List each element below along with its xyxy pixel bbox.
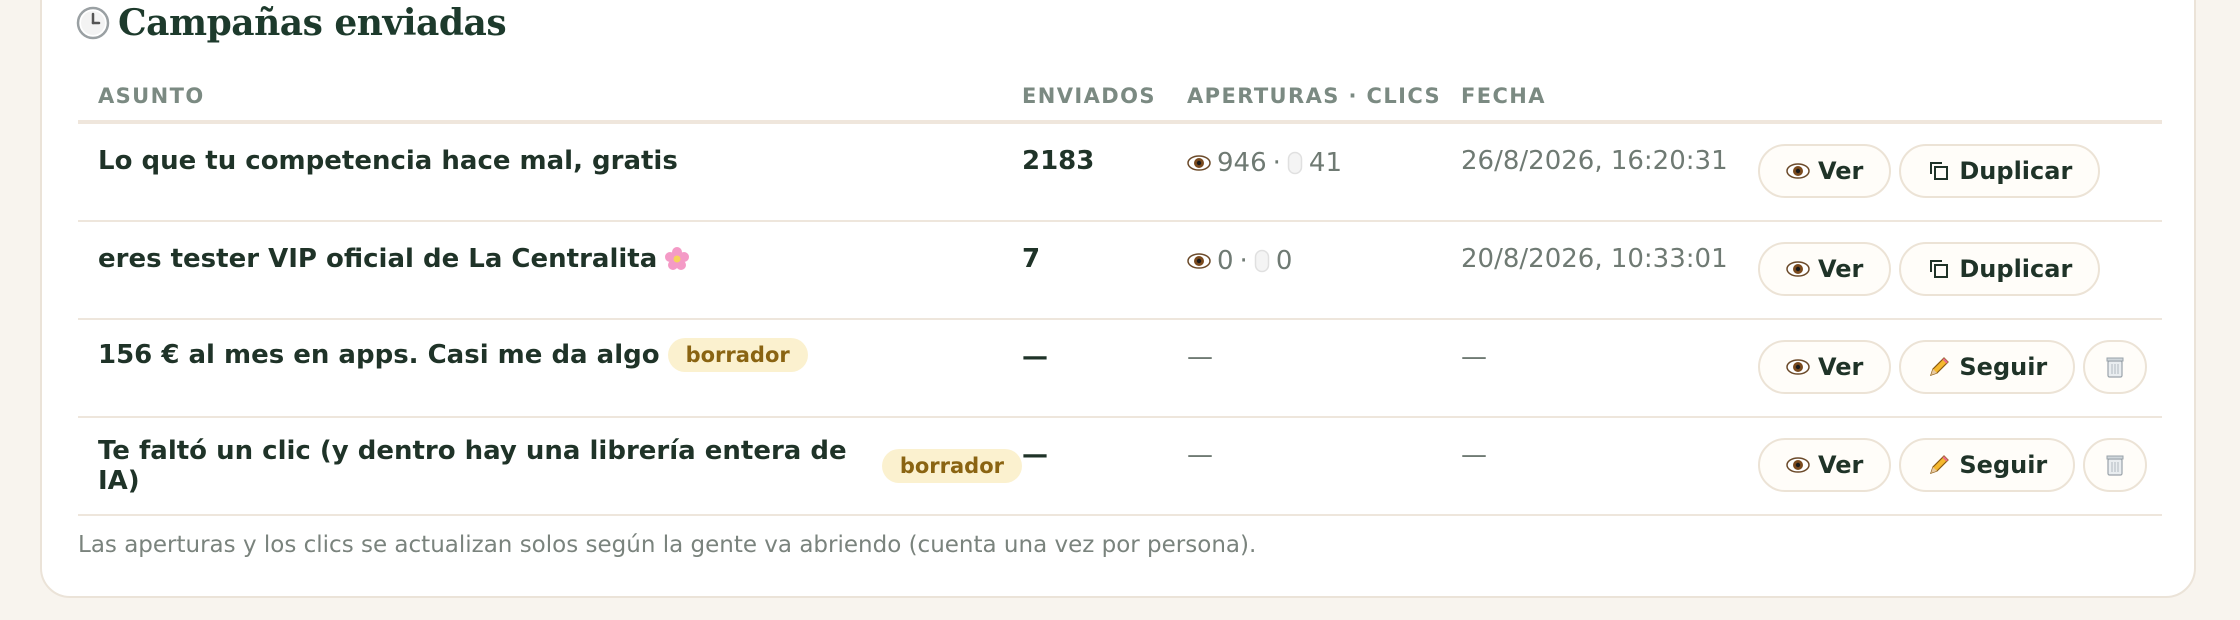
table-row: Te faltó un clic (y dentro hay una libre… bbox=[78, 417, 2162, 516]
table-row: 156 € al mes en apps. Casi me da algo bo… bbox=[78, 319, 2162, 418]
opens-clicks: 0 · 0 bbox=[1187, 222, 1461, 276]
opens-clicks: — bbox=[1187, 342, 1213, 372]
duplicate-button-label: Duplicar bbox=[1959, 157, 2073, 185]
continue-button[interactable]: Seguir bbox=[1899, 340, 2076, 394]
view-button-label: Ver bbox=[1818, 451, 1864, 479]
clicks-count: 41 bbox=[1308, 148, 1342, 178]
sent-count: 7 bbox=[1022, 244, 1041, 274]
footnote: Las aperturas y los clics se actualizan … bbox=[78, 532, 1257, 558]
sent-date: 20/8/2026, 10:33:01 bbox=[1461, 244, 1728, 274]
view-button-label: Ver bbox=[1818, 353, 1864, 381]
clock-icon bbox=[76, 6, 110, 40]
view-button[interactable]: Ver bbox=[1758, 340, 1892, 394]
duplicate-button[interactable]: Duplicar bbox=[1899, 144, 2101, 198]
eye-icon bbox=[1786, 261, 1810, 277]
continue-button-label: Seguir bbox=[1959, 451, 2048, 479]
header-date: FECHA bbox=[1461, 72, 1758, 124]
view-button[interactable]: Ver bbox=[1758, 438, 1892, 492]
sent-count: 2183 bbox=[1022, 146, 1095, 176]
mouse-icon bbox=[1287, 151, 1303, 175]
clicks-count: 0 bbox=[1275, 246, 1293, 276]
opens-count: 0 bbox=[1217, 246, 1234, 276]
sent-count: — bbox=[1022, 342, 1048, 372]
table-header-row: ASUNTO ENVIADOS APERTURAS · CLICS FECHA bbox=[78, 72, 2162, 124]
opens-count: 946 bbox=[1217, 148, 1267, 178]
page-title: Campañas enviadas bbox=[118, 2, 507, 44]
campaign-subject: Lo que tu competencia hace mal, gratis bbox=[98, 146, 678, 176]
table-row: eres tester VIP oficial de La Centralita… bbox=[78, 221, 2162, 320]
view-button[interactable]: Ver bbox=[1758, 242, 1892, 296]
view-button[interactable]: Ver bbox=[1758, 144, 1892, 198]
continue-button-label: Seguir bbox=[1959, 353, 2048, 381]
sent-date: 26/8/2026, 16:20:31 bbox=[1461, 146, 1728, 176]
header-actions bbox=[1758, 72, 2162, 124]
pencil-icon bbox=[1930, 357, 1950, 376]
draft-badge: borrador bbox=[881, 449, 1022, 483]
separator: · bbox=[1239, 246, 1248, 276]
flower-icon bbox=[665, 247, 690, 270]
header-opens-clicks: APERTURAS · CLICS bbox=[1187, 72, 1461, 124]
copy-icon bbox=[1930, 162, 1949, 180]
view-button-label: Ver bbox=[1818, 255, 1864, 283]
trash-icon bbox=[2106, 357, 2124, 378]
eye-icon bbox=[1786, 457, 1810, 473]
mouse-icon bbox=[1254, 249, 1270, 273]
sent-count: — bbox=[1022, 440, 1048, 470]
header-sent: ENVIADOS bbox=[1022, 72, 1187, 124]
separator: · bbox=[1272, 148, 1281, 178]
eye-icon bbox=[1786, 163, 1810, 179]
draft-badge: borrador bbox=[667, 338, 808, 372]
duplicate-button-label: Duplicar bbox=[1959, 255, 2073, 283]
table-row: Lo que tu competencia hace mal, gratis 2… bbox=[78, 122, 2162, 222]
campaign-subject: 156 € al mes en apps. Casi me da algo bbox=[98, 340, 660, 370]
campaign-subject: eres tester VIP oficial de La Centralita bbox=[98, 244, 658, 274]
eye-icon bbox=[1187, 253, 1211, 269]
sent-date: — bbox=[1461, 342, 1487, 372]
campaigns-table: ASUNTO ENVIADOS APERTURAS · CLICS FECHA … bbox=[78, 72, 2162, 516]
copy-icon bbox=[1930, 260, 1949, 278]
section-header: Campañas enviadas bbox=[76, 0, 507, 46]
pencil-icon bbox=[1930, 455, 1950, 474]
campaign-subject: Te faltó un clic (y dentro hay una libre… bbox=[98, 436, 847, 496]
opens-clicks: 946 · 41 bbox=[1187, 124, 1461, 178]
eye-icon bbox=[1786, 359, 1810, 375]
eye-icon bbox=[1187, 155, 1211, 171]
trash-icon bbox=[2106, 455, 2124, 476]
header-subject: ASUNTO bbox=[78, 72, 1022, 124]
continue-button[interactable]: Seguir bbox=[1899, 438, 2076, 492]
duplicate-button[interactable]: Duplicar bbox=[1899, 242, 2101, 296]
opens-clicks: — bbox=[1187, 440, 1213, 470]
sent-date: — bbox=[1461, 440, 1487, 470]
view-button-label: Ver bbox=[1818, 157, 1864, 185]
delete-button[interactable] bbox=[2083, 438, 2148, 492]
delete-button[interactable] bbox=[2083, 340, 2148, 394]
